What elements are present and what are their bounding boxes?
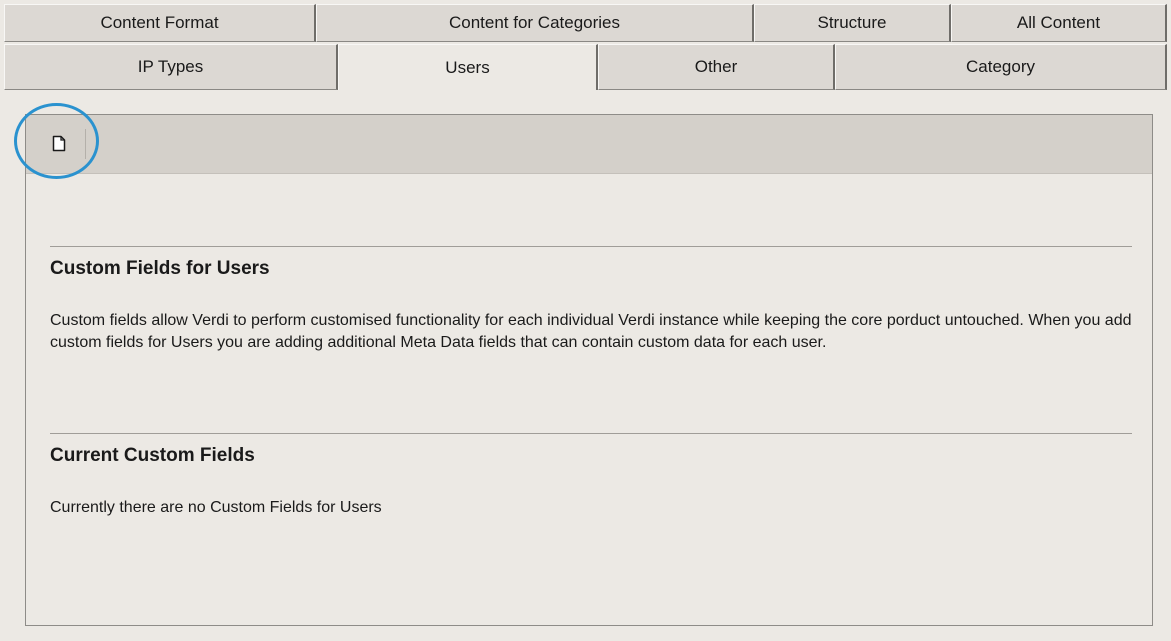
tab-label: Users xyxy=(445,57,490,77)
tab-label: IP Types xyxy=(137,57,204,76)
tab-label: Category xyxy=(966,57,1035,76)
tab-label: Content for Categories xyxy=(448,13,621,32)
tab-all-content[interactable]: All Content xyxy=(951,4,1167,42)
tab-content-format[interactable]: Content Format xyxy=(4,4,316,42)
new-document-icon xyxy=(52,135,66,157)
tab-row-front: IP Types Users Other Category xyxy=(4,44,1167,90)
new-button[interactable] xyxy=(44,131,74,161)
tab-label: Structure xyxy=(817,13,887,32)
tab-structure[interactable]: Structure xyxy=(754,4,951,42)
section-heading: Custom Fields for Users xyxy=(50,258,270,279)
section-current-fields: Current Custom Fields Currently there ar… xyxy=(50,433,1132,519)
tab-ip-types[interactable]: IP Types xyxy=(4,44,338,90)
tab-label: All Content xyxy=(1016,13,1101,32)
section-custom-fields: Custom Fields for Users Custom fields al… xyxy=(50,246,1132,354)
toolbar xyxy=(26,115,1152,174)
tab-label: Content Format xyxy=(100,13,219,32)
tab-content-for-categories[interactable]: Content for Categories xyxy=(316,4,754,42)
tab-label: Other xyxy=(694,57,738,76)
divider xyxy=(50,246,1132,247)
empty-state-text: Currently there are no Custom Fields for… xyxy=(50,499,382,516)
section-description: Custom fields allow Verdi to perform cus… xyxy=(50,312,1132,351)
toolbar-separator xyxy=(85,129,86,159)
tab-other[interactable]: Other xyxy=(598,44,835,90)
tab-row-back: Content Format Content for Categories St… xyxy=(4,4,1167,42)
divider xyxy=(50,433,1132,434)
tab-users[interactable]: Users xyxy=(338,44,598,90)
tab-category[interactable]: Category xyxy=(835,44,1167,90)
section-heading: Current Custom Fields xyxy=(50,445,255,466)
content-panel: Custom Fields for Users Custom fields al… xyxy=(25,114,1153,626)
